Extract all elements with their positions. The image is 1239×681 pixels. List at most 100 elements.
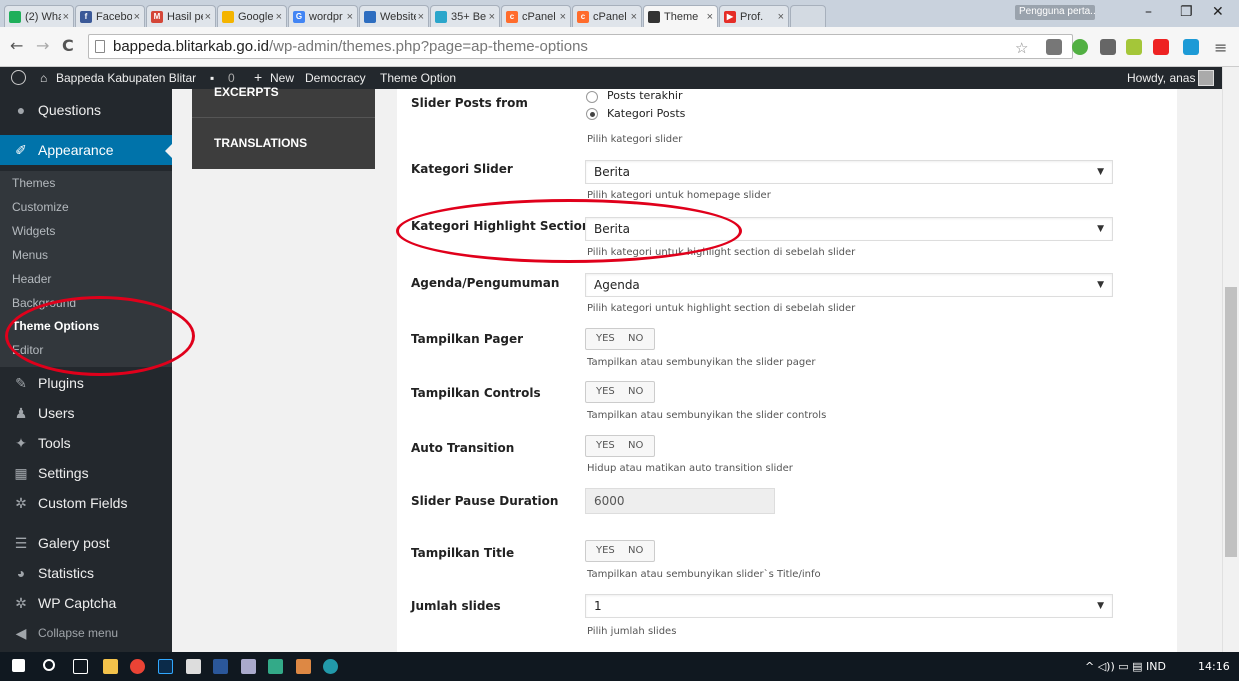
new-tab-button[interactable] xyxy=(790,5,826,27)
avatar[interactable] xyxy=(1198,70,1214,86)
profile-chip[interactable]: Pengguna perta... xyxy=(1015,5,1095,20)
menu-statistics[interactable]: ◕ Statistics xyxy=(0,558,172,588)
agenda-select[interactable]: Agenda ▼ xyxy=(585,273,1113,297)
submenu-customize[interactable]: Customize xyxy=(12,200,69,214)
auto-transition-toggle[interactable]: YES NO xyxy=(585,435,655,457)
tampilkan-controls-toggle[interactable]: YES NO xyxy=(585,381,655,403)
app-icon[interactable] xyxy=(323,659,338,674)
options-nav-excerpts[interactable]: EXCERPTS xyxy=(214,85,279,99)
cast-icon[interactable] xyxy=(1100,39,1116,55)
menu-wp-captcha[interactable]: ✲ WP Captcha xyxy=(0,588,172,618)
task-view-icon[interactable] xyxy=(73,659,88,674)
close-tab-icon[interactable]: × xyxy=(489,11,495,23)
url-input[interactable]: bappeda.blitarkab.go.id/wp-admin/themes.… xyxy=(88,34,1073,59)
browser-tab[interactable]: c cPanel × xyxy=(501,5,571,27)
help-text: Tampilkan atau sembunyikan the slider co… xyxy=(587,410,827,421)
browser-address-bar: ← → C bappeda.blitarkab.go.id/wp-admin/t… xyxy=(0,27,1239,67)
clock[interactable]: 14:16 xyxy=(1198,660,1230,673)
howdy-user[interactable]: Howdy, anas xyxy=(1127,71,1195,85)
menu-tools[interactable]: ✦ Tools xyxy=(0,428,172,458)
facebook-icon: f xyxy=(80,10,92,23)
menu-questions[interactable]: ● Questions xyxy=(0,95,172,125)
browser-tab[interactable]: Gwordpr × xyxy=(288,5,358,27)
chrome-icon[interactable] xyxy=(130,659,145,674)
word-icon[interactable] xyxy=(213,659,228,674)
democracy-link[interactable]: Democracy xyxy=(305,71,366,85)
browser-tab-strip: (2) Wha× fFacebo× MHasil pe× Google× Gwo… xyxy=(0,0,1239,27)
tampilkan-controls-label: Tampilkan Controls xyxy=(411,386,541,400)
close-tab-icon[interactable]: × xyxy=(778,11,784,23)
kategori-slider-select[interactable]: Berita ▼ xyxy=(585,160,1113,184)
gear-icon: ✲ xyxy=(15,495,27,511)
page-scrollbar[interactable] xyxy=(1222,67,1239,652)
submenu-menus[interactable]: Menus xyxy=(12,248,48,262)
back-icon[interactable]: ← xyxy=(10,36,23,55)
browser-tab[interactable]: Website× xyxy=(359,5,429,27)
close-tab-icon[interactable]: × xyxy=(63,11,69,23)
site-name-link[interactable]: Bappeda Kabupaten Blitar xyxy=(56,71,196,85)
theme-option-link[interactable]: Theme Option xyxy=(380,71,456,85)
comment-icon[interactable]: ▪ xyxy=(210,71,214,85)
system-tray[interactable]: ^ ◁)) ▭ ▤ IND xyxy=(1085,660,1166,673)
radio-posts-terakhir[interactable] xyxy=(586,91,598,103)
tampilkan-title-toggle[interactable]: YES NO xyxy=(585,540,655,562)
browser-tab[interactable]: (2) Wha × xyxy=(4,5,74,27)
browser-tab-active[interactable]: Theme × xyxy=(643,5,718,27)
menu-settings[interactable]: ▦ Settings xyxy=(0,458,172,488)
close-tab-icon[interactable]: × xyxy=(560,11,566,23)
close-tab-icon[interactable]: × xyxy=(347,11,353,23)
browser-tab[interactable]: Google × xyxy=(217,5,287,27)
close-window-icon[interactable]: ✕ xyxy=(1212,4,1224,20)
extension-icon[interactable] xyxy=(1153,39,1169,55)
menu-users[interactable]: ♟ Users xyxy=(0,398,172,428)
wordpress-logo-icon[interactable] xyxy=(11,70,26,85)
language-indicator[interactable]: IND xyxy=(1146,660,1166,673)
extension-icon[interactable] xyxy=(1072,39,1088,55)
search-icon[interactable] xyxy=(43,659,55,671)
menu-icon[interactable]: ≡ xyxy=(1214,38,1227,57)
browser-tab[interactable]: 35+ Be × xyxy=(430,5,500,27)
forward-icon[interactable]: → xyxy=(36,36,49,55)
browser-tab[interactable]: f Facebo × xyxy=(75,5,145,27)
app-icon[interactable] xyxy=(241,659,256,674)
notepad-icon[interactable] xyxy=(186,659,201,674)
radio-kategori-posts[interactable] xyxy=(586,108,598,120)
restore-icon[interactable]: ❐ xyxy=(1180,4,1193,20)
minimize-icon[interactable]: – xyxy=(1145,4,1152,20)
menu-galery-post[interactable]: ☰ Galery post xyxy=(0,528,172,558)
menu-custom-fields[interactable]: ✲ Custom Fields xyxy=(0,488,172,518)
android-icon[interactable] xyxy=(1126,39,1142,55)
close-tab-icon[interactable]: × xyxy=(418,11,424,23)
tampilkan-pager-toggle[interactable]: YES NO xyxy=(585,328,655,350)
browser-tab[interactable]: ccPanel F× xyxy=(572,5,642,27)
extension-icon[interactable] xyxy=(1183,39,1199,55)
browser-tab[interactable]: MHasil pe× xyxy=(146,5,216,27)
new-link[interactable]: New xyxy=(270,71,294,85)
close-tab-icon[interactable]: × xyxy=(631,11,637,23)
submenu-header[interactable]: Header xyxy=(12,272,51,286)
close-tab-icon[interactable]: × xyxy=(134,11,140,23)
app-icon[interactable] xyxy=(296,659,311,674)
comments-count[interactable]: 0 xyxy=(228,71,235,85)
camera-icon[interactable] xyxy=(1046,39,1062,55)
jumlah-slides-select[interactable]: 1 ▼ xyxy=(585,594,1113,618)
submenu-widgets[interactable]: Widgets xyxy=(12,224,55,238)
close-tab-icon[interactable]: × xyxy=(276,11,282,23)
help-text: Pilih kategori untuk highlight section d… xyxy=(587,303,856,314)
collapse-menu[interactable]: ◀ Collapse menu xyxy=(0,618,172,648)
windows-start-icon[interactable] xyxy=(12,659,25,672)
reload-icon[interactable]: C xyxy=(62,36,74,55)
bookmark-star-icon[interactable]: ☆ xyxy=(1015,39,1028,57)
close-tab-icon[interactable]: × xyxy=(205,11,211,23)
file-explorer-icon[interactable] xyxy=(103,659,118,674)
slider-pause-input[interactable]: 6000 xyxy=(585,488,775,514)
app-icon[interactable] xyxy=(268,659,283,674)
main-content: EXCERPTS TRANSLATIONS Slider Posts from … xyxy=(172,85,1222,652)
photoshop-icon[interactable] xyxy=(158,659,173,674)
submenu-themes[interactable]: Themes xyxy=(12,176,55,190)
scrollbar-thumb[interactable] xyxy=(1225,287,1237,557)
close-tab-icon[interactable]: × xyxy=(707,11,713,23)
menu-appearance[interactable]: ✐ Appearance xyxy=(0,135,173,165)
options-nav-translations[interactable]: TRANSLATIONS xyxy=(214,136,307,150)
browser-tab[interactable]: ▶ Prof. × xyxy=(719,5,789,27)
